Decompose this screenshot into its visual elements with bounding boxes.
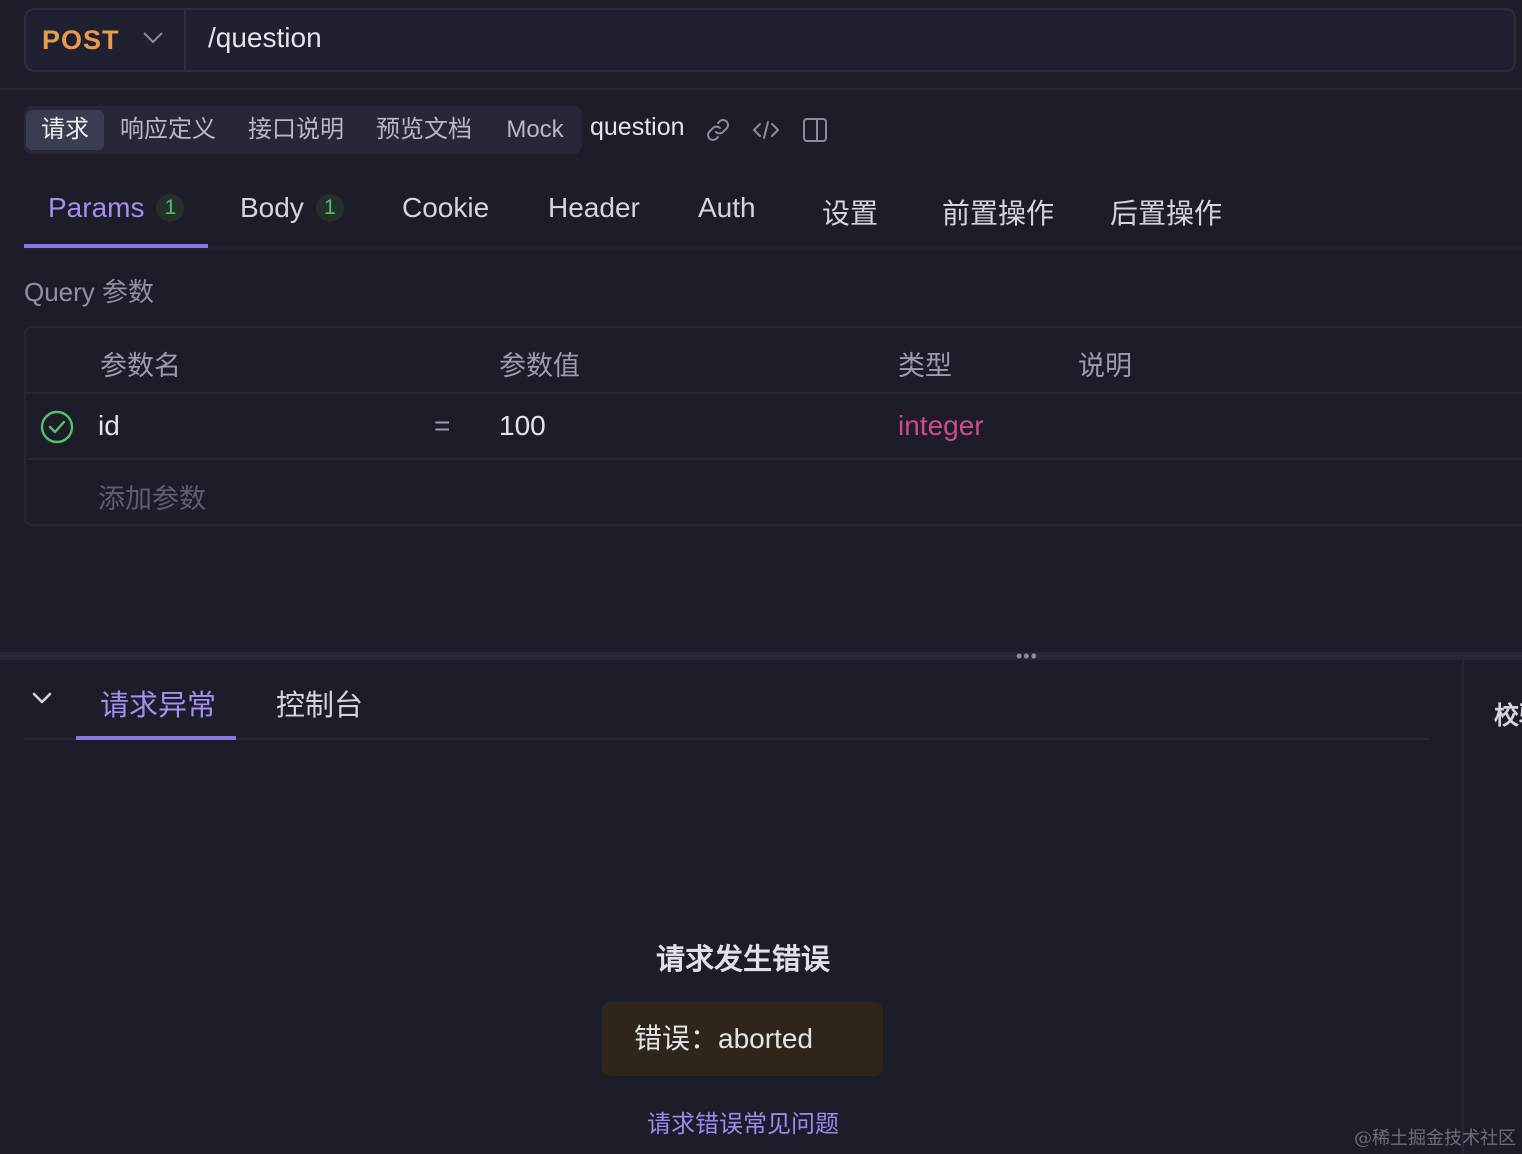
column-header-type: 类型 <box>898 351 952 381</box>
tab-console[interactable]: 控制台 <box>276 682 363 724</box>
drag-handle-icon[interactable]: ••• <box>1016 647 1038 665</box>
column-header-name: 参数名 <box>100 351 181 381</box>
tabs-baseline <box>24 247 1522 249</box>
method-select[interactable]: POST <box>26 10 186 70</box>
tab-body-label: Body <box>240 192 304 223</box>
param-operator: = <box>434 410 451 441</box>
row-divider <box>26 392 1522 394</box>
param-name-cell[interactable]: id <box>98 410 120 442</box>
params-count-badge: 1 <box>156 194 185 222</box>
tab-header[interactable]: Header <box>548 192 640 224</box>
active-tab-indicator <box>24 244 208 248</box>
error-faq-link-text[interactable]: 请求错误常见问题 <box>647 1111 839 1138</box>
active-bottom-tab-indicator <box>76 736 236 740</box>
body-count-badge: 1 <box>315 194 344 222</box>
tab-auth[interactable]: Auth <box>698 192 756 224</box>
watermark: @稀土掘金技术社区 <box>1354 1128 1516 1149</box>
error-title: 请求发生错误 <box>655 944 830 976</box>
tab-cookie[interactable]: Cookie <box>402 192 489 224</box>
column-header-value: 参数值 <box>499 351 580 381</box>
tab-response-definition[interactable]: 响应定义 <box>110 110 226 150</box>
tab-settings[interactable]: 设置 <box>822 192 878 232</box>
tab-preview-docs[interactable]: 预览文档 <box>366 110 482 150</box>
tab-request[interactable]: 请求 <box>26 110 104 150</box>
tab-request-error[interactable]: 请求异常 <box>100 682 216 724</box>
url-input[interactable]: /question <box>208 22 322 54</box>
tab-api-description[interactable]: 接口说明 <box>238 110 354 150</box>
column-header-description: 说明 <box>1078 351 1132 381</box>
query-section-title: Query 参数 <box>24 277 155 307</box>
vertical-divider <box>1462 660 1464 1154</box>
error-faq-link: 请求错误常见问题 <box>0 1104 1486 1139</box>
param-type-select[interactable]: integer <box>898 410 984 442</box>
error-message: 错误：aborted <box>602 1002 883 1076</box>
tab-params[interactable]: Params 1 <box>48 192 185 224</box>
param-value-cell[interactable]: 100 <box>499 410 546 442</box>
chevron-down-icon <box>142 31 164 50</box>
panel-toggle-icon[interactable] <box>799 114 831 146</box>
params-table <box>24 326 1522 526</box>
tab-pre-operations[interactable]: 前置操作 <box>942 192 1054 232</box>
segment-tabs: 请求 响应定义 接口说明 预览文档 Mock <box>24 106 582 154</box>
panel-splitter[interactable] <box>0 652 1522 660</box>
code-icon[interactable] <box>750 114 782 146</box>
url-bar: POST /question <box>24 8 1516 72</box>
check-circle-icon[interactable] <box>40 410 74 449</box>
collapse-chevron-icon[interactable] <box>30 686 54 715</box>
tab-post-operations[interactable]: 后置操作 <box>1110 192 1222 232</box>
add-param-input[interactable]: 添加参数 <box>98 477 206 516</box>
tab-mock[interactable]: Mock <box>494 110 576 150</box>
tab-params-label: Params <box>48 192 145 223</box>
tab-body[interactable]: Body 1 <box>240 192 344 224</box>
link-icon[interactable] <box>702 114 734 146</box>
method-label: POST <box>42 24 120 55</box>
validation-tab[interactable]: 校验 <box>1494 696 1522 732</box>
api-name[interactable]: question <box>590 113 685 142</box>
divider <box>0 88 1522 90</box>
row-divider <box>26 458 1522 460</box>
